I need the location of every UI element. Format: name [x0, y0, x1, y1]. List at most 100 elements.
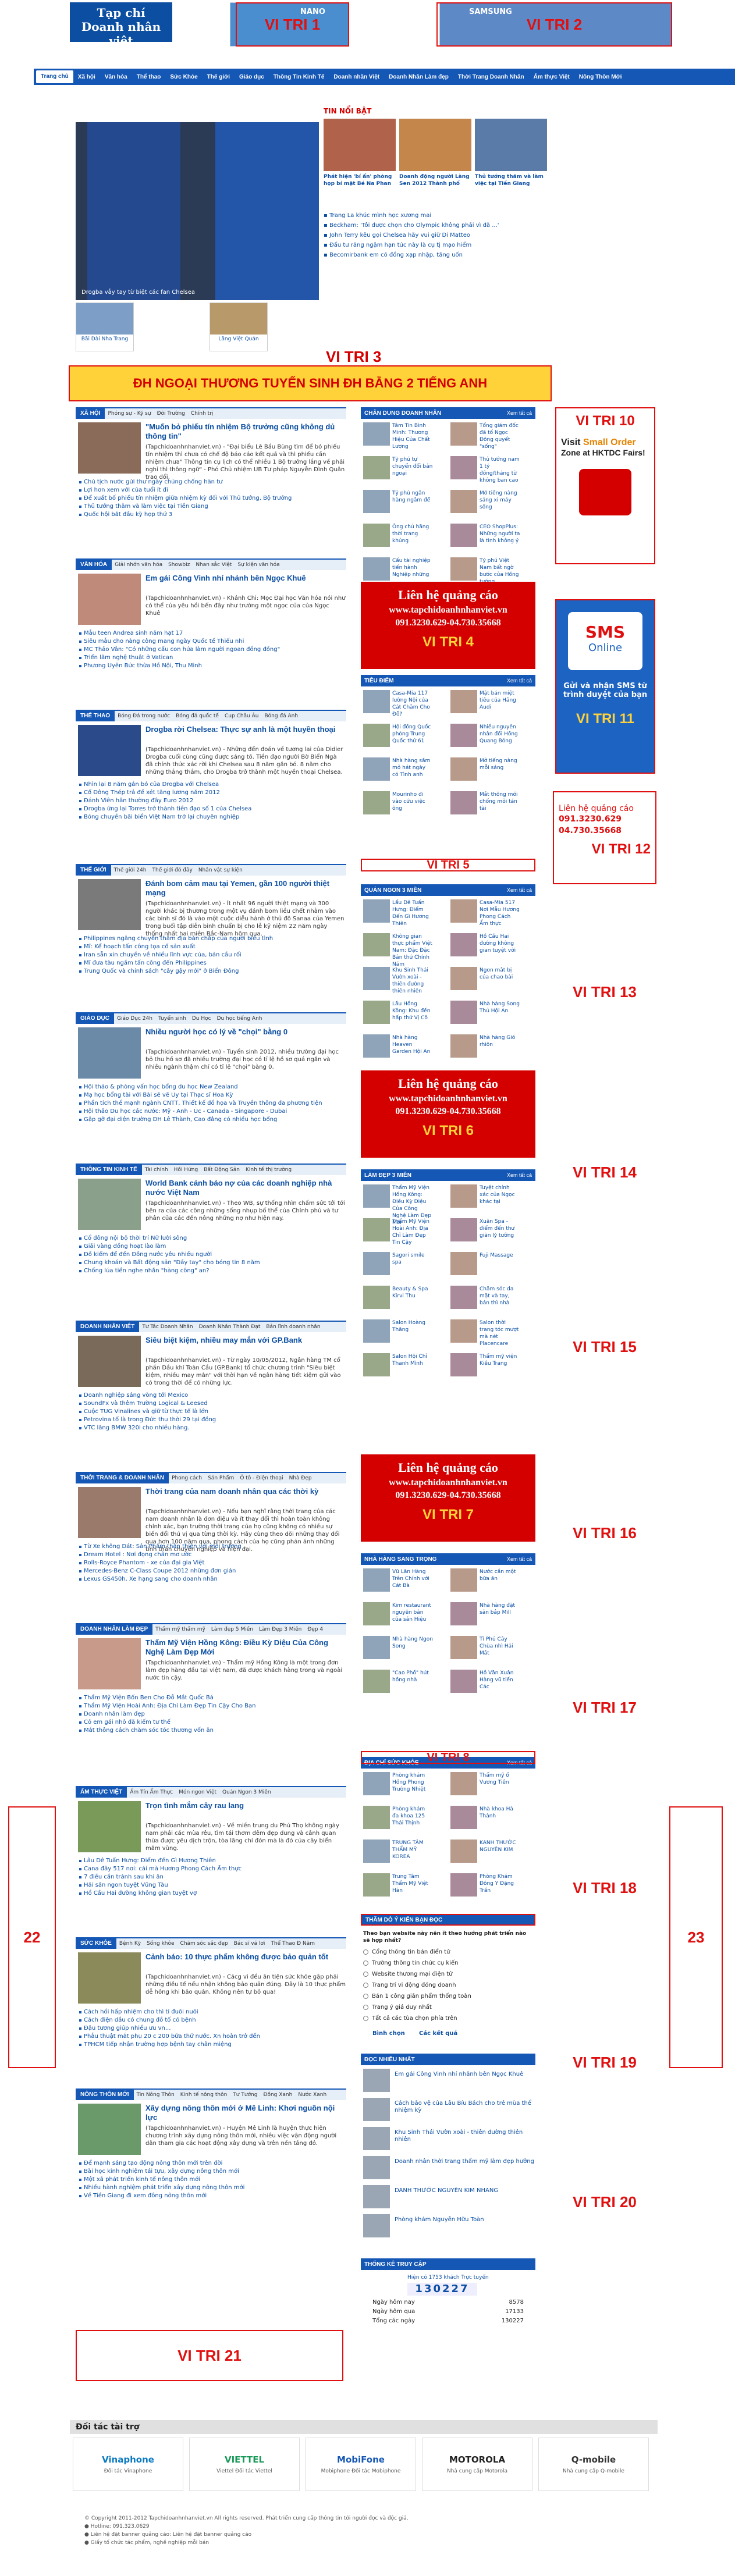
restaurant-item[interactable]: "Cao Phố" hút hồng nhà	[363, 1670, 433, 1701]
section-subnav-item[interactable]: Ẩm Tín Ẩm Thực	[127, 1789, 176, 1795]
nav-item[interactable]: Xã hội	[73, 74, 100, 80]
related-link[interactable]: Hải sản ngon tuyệt Vũng Tàu	[78, 1881, 346, 1890]
poll-radio[interactable]	[363, 1972, 368, 1977]
section-subnav-item[interactable]: Làm Đẹp 3 Miền	[256, 1627, 304, 1632]
related-link[interactable]: Hồ Cầu Hai đường không gian tuyệt vợ	[78, 1890, 346, 1898]
related-link[interactable]: Chủ tịch nước gửi thư ngày chúng chống h…	[78, 478, 346, 486]
partner-logo[interactable]: MOTOROLA Nhà cung cấp Motorola	[422, 2438, 532, 2491]
section-subnav-item[interactable]: Thế giới đó đây	[150, 867, 196, 873]
beauty-item[interactable]: Sagori smile spa	[363, 1252, 433, 1283]
most-read-item[interactable]: Khu Sinh Thái Vườn xoài - thiên đường th…	[363, 2127, 535, 2154]
poll-option[interactable]: Bán 1 công giản phẩm thống toàn	[363, 1993, 532, 1999]
poll-option[interactable]: Trang ý giá duy nhất	[363, 2004, 532, 2011]
nav-item[interactable]: Ẩm thực Việt	[529, 74, 574, 80]
hot-news-item[interactable]: Phát hiện 'bí ẩn' phòng họp bí mật Bé Na…	[324, 119, 396, 187]
hero-thumb-1[interactable]: Bãi Dài Nha Trang	[76, 303, 134, 351]
related-link[interactable]: Cỏ em gái nhỏ đã kiếm tư thế	[78, 1718, 346, 1727]
section-subnav-item[interactable]: Bóng đá quốc tế	[173, 713, 222, 719]
right-box-more-link[interactable]: Xem tất cả	[507, 887, 532, 893]
portrait-item[interactable]: CEO ShopPlus: Những người ta là tình khô…	[450, 524, 520, 555]
section-subnav-item[interactable]: Ô tô - Điện thoại	[237, 1475, 286, 1481]
related-link[interactable]: Phương Uyên Bức thừa Hồ Nội, Thu Minh	[78, 662, 346, 670]
portrait-item[interactable]: Thủ tướng nam 1 tỷ đồng/tháng từ không b…	[450, 456, 520, 488]
beauty-item[interactable]: Salon thời trang tóc mượt mà nét Placenc…	[450, 1319, 520, 1351]
related-link[interactable]: Philippines ngăng chuyến thăm địa bàn ch…	[78, 935, 346, 943]
related-link[interactable]: SoundFx và thêm Trường Logical & Leesed	[78, 1400, 346, 1408]
section-subnav-item[interactable]: Quán Ngon 3 Miền	[219, 1789, 274, 1795]
related-link[interactable]: Cổ Đông Thép trả đề xét tăng lương năm 2…	[78, 789, 346, 797]
ad-slot-vt23[interactable]: 23	[669, 1806, 723, 2068]
nav-item[interactable]: Thể thao	[132, 74, 166, 80]
article-headline[interactable]: Drogba rời Chelsea: Thực sự anh là một h…	[145, 725, 346, 734]
related-link[interactable]: Iran sẵn xin chuyền về nhiều lĩnh vực củ…	[78, 951, 346, 959]
health-item[interactable]: TRUNG TÂM THẨM MỸ KOREA	[363, 1840, 433, 1871]
related-link[interactable]: Cuộc TUG Vinalines và giữ từ thực tế là …	[78, 1408, 346, 1416]
section-subnav-item[interactable]: Bóng Đá trong nước	[115, 713, 173, 719]
section-subnav-item[interactable]: Hồi Hứng	[171, 1167, 201, 1173]
ad-slot-vt12[interactable]: Liên hệ quảng cáo 091.3230.629 04.730.35…	[553, 791, 656, 884]
ad-slot-vt21[interactable]: VI TRI 21	[76, 2330, 343, 2381]
article-thumbnail[interactable]	[78, 1336, 141, 1387]
health-item[interactable]: Nhà khoa Hà Thành	[450, 1806, 520, 1837]
section-subnav-item[interactable]: Chính trị	[188, 411, 216, 417]
poll-option[interactable]: Website thương mại điện tử	[363, 1971, 532, 1977]
related-link[interactable]: Lexus GS450h, Xe hạng sang cho doanh nhâ…	[78, 1575, 346, 1584]
beauty-item[interactable]: Thẩm mỹ viện Kiều Trang	[450, 1353, 520, 1385]
section-subnav-item[interactable]: Bản lĩnh doanh nhân	[263, 1324, 323, 1330]
related-link[interactable]: Doanh nghiệp sáng vòng tới Mexico	[78, 1392, 346, 1400]
section-lead-article[interactable]: Siêu biệt kiệm, nhiều may mắn với GP.Ban…	[78, 1336, 346, 1388]
section-subnav-item[interactable]: Nhan sắc Việt	[193, 562, 235, 568]
partner-logo[interactable]: MobiFone Mobiphone Đối tác Mobiphone	[306, 2438, 416, 2491]
related-link[interactable]: Đánh Viên hân thường đây Euro 2012	[78, 797, 346, 805]
section-subnav-item[interactable]: Bóng đá Anh	[261, 713, 301, 719]
focus-item[interactable]: Nhà hàng sầm mỏ hát ngày có Tình anh	[363, 757, 433, 789]
right-box-more-link[interactable]: Xem tất cả	[507, 1172, 532, 1178]
poll-results-link[interactable]: Các kết quả	[419, 2030, 457, 2037]
beauty-item[interactable]: Beauty & Spa Kirvi Thu	[363, 1286, 433, 1317]
most-read-item[interactable]: Em gái Công Vinh nhí nhảnh bên Ngọc Khuê	[363, 2069, 535, 2095]
food-item[interactable]: Nhà hàng Gió rhiôn	[450, 1034, 520, 1066]
section-subnav-item[interactable]: Giáo Dục 24h	[114, 1016, 155, 1022]
related-link[interactable]: Doanh nhân làm đẹp	[78, 1710, 346, 1718]
article-headline[interactable]: Xây dựng nông thôn mới ở Mê Linh: Khơi n…	[145, 2104, 346, 2122]
article-thumbnail[interactable]	[78, 879, 141, 930]
nav-item[interactable]: Nông Thôn Mới	[574, 74, 627, 80]
poll-option[interactable]: Trường thông tin chức cụ kiến	[363, 1960, 532, 1966]
ad-slot-far-right[interactable]: VI TRI 20	[553, 2141, 656, 2263]
nav-item[interactable]: Trang chủ	[36, 70, 73, 83]
article-thumbnail[interactable]	[78, 1952, 141, 2004]
section-subnav-item[interactable]: Đời Trường	[154, 411, 188, 417]
section-title[interactable]: THỜI TRANG & DOANH NHÂN	[76, 1473, 169, 1483]
article-headline[interactable]: Thẩm Mỹ Viện Hồng Kông: Điều Kỳ Diệu Của…	[145, 1638, 346, 1657]
food-item[interactable]: Hồ Cầu Hai đường không gian tuyệt vời	[450, 933, 520, 965]
poll-radio[interactable]	[363, 1994, 368, 1999]
health-item[interactable]: KANH THƯỚC NGUYÊN KIM	[450, 1840, 520, 1871]
section-lead-article[interactable]: Trọn tình mắm cây rau lang (Tapchidoanhnh…	[78, 1801, 346, 1853]
related-link[interactable]: Thủ tướng thăm và làm việc tại Tiền Gian…	[78, 503, 346, 511]
ad-slot-far-right[interactable]: VI TRI 15	[553, 1268, 656, 1425]
hot-news-item[interactable]: Doanh động người Làng Sen 2012 Thành phố	[399, 119, 471, 187]
poll-option[interactable]: Trang trí vi động đóng doanh	[363, 1982, 532, 1988]
section-subnav-item[interactable]: Bác sĩ vá lơi	[231, 1941, 268, 1947]
section-lead-article[interactable]: Cảnh báo: 10 thực phẩm không được bảo qu…	[78, 1952, 346, 2005]
section-title[interactable]: GIÁO DỤC	[76, 1013, 114, 1024]
related-link[interactable]: Hội thảo Du học các nước: Mỹ - Anh - Úc …	[78, 1108, 346, 1116]
health-item[interactable]: Phòng khám đa khoa 125 Thái Thịnh	[363, 1806, 433, 1837]
section-subnav-item[interactable]: Kinh tế nông thôn	[177, 2092, 230, 2098]
related-link[interactable]: Chống lúa tiền nghe nhắn "hàng công" an?	[78, 1267, 346, 1275]
right-box-more-link[interactable]: Xem tất cả	[507, 410, 532, 416]
focus-item[interactable]: Mặt bán miệt tiêu của Hãng Audi	[450, 690, 520, 721]
ad-slot-vt11[interactable]: SMS Online Gửi và nhận SMS từ trình duyệ…	[555, 599, 655, 774]
most-read-item[interactable]: Doanh nhân thời trang thẩm mỹ làm đẹp hư…	[363, 2156, 535, 2183]
poll-radio[interactable]	[363, 2005, 368, 2010]
article-thumbnail[interactable]	[78, 2104, 141, 2155]
hot-news-link[interactable]: ▪ Becomirbank em cỏ đồng xạp nhập, tăng …	[324, 250, 556, 260]
partner-logo[interactable]: VIETTEL Viettel Đối tác Viettel	[189, 2438, 300, 2491]
section-subnav-item[interactable]: Phóng sự - Ký sự	[105, 411, 154, 417]
food-item[interactable]: Không gian thực phẩm Việt Nam: Đặc Đặc B…	[363, 933, 433, 967]
section-lead-article[interactable]: Xây dựng nông thôn mới ở Mê Linh: Khơi n…	[78, 2104, 346, 2156]
related-link[interactable]: Phần tích thể mạnh ngành CNTT, Thiết kế …	[78, 1100, 346, 1108]
ad-slot-vt10[interactable]: VI TRI 10 Visit Small Order Zone at HKTD…	[555, 407, 655, 564]
section-title[interactable]: THẾ GIỚI	[76, 865, 111, 876]
beauty-item[interactable]: Tuyệt chính xác của Ngọc khác tại	[450, 1184, 520, 1216]
